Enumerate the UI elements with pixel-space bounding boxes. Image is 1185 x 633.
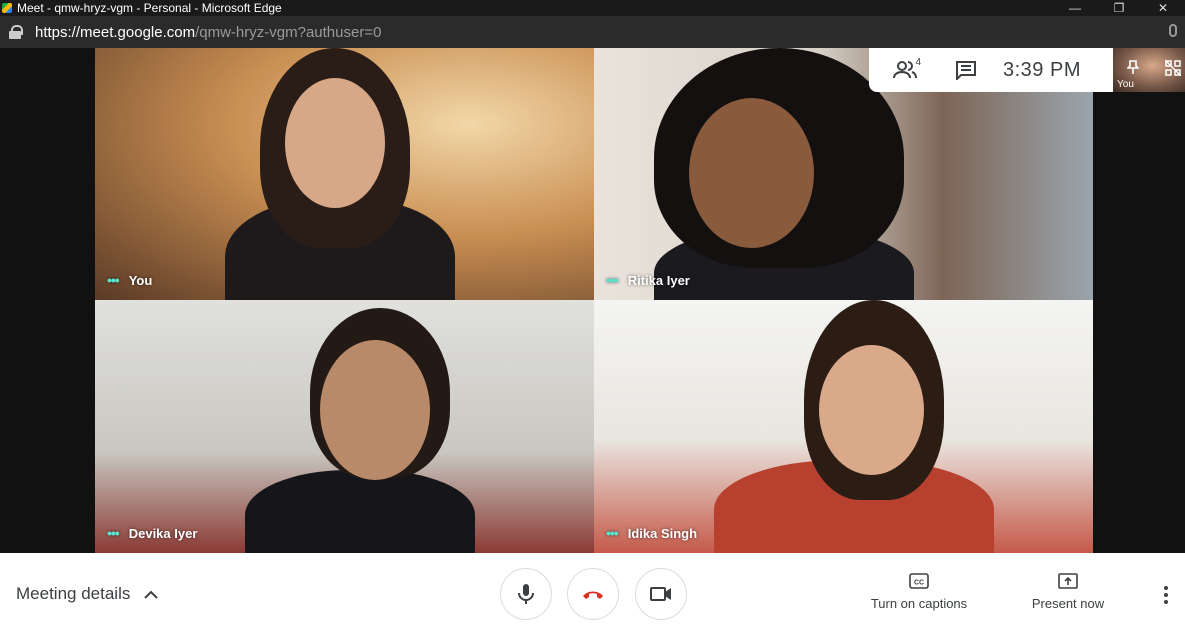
participant-figure xyxy=(245,470,475,553)
participant-name: Devika Iyer xyxy=(128,525,198,541)
audio-indicator-icon: ••• xyxy=(606,272,619,288)
participant-face xyxy=(320,340,430,480)
meeting-details-label: Meeting details xyxy=(16,584,131,603)
more-options-button[interactable] xyxy=(1156,583,1176,607)
meeting-details-button[interactable]: Meeting details xyxy=(16,584,159,604)
participant-face xyxy=(285,78,385,208)
pin-icon[interactable] xyxy=(1126,60,1140,79)
layout-off-icon[interactable] xyxy=(1164,59,1182,81)
audio-indicator-icon: ••• xyxy=(606,525,619,541)
participant-tile-devika-iyer[interactable]: ••• Devika Iyer xyxy=(95,300,594,553)
chat-button[interactable] xyxy=(951,55,981,85)
participant-label: ••• Idika Singh xyxy=(606,525,697,541)
participant-label: ••• You xyxy=(107,272,152,288)
self-view-thumbnail[interactable]: You xyxy=(1113,48,1185,92)
lock-icon[interactable] xyxy=(9,25,23,39)
meeting-clock: 3:39 PM xyxy=(1003,58,1081,81)
participant-label: ••• Devika Iyer xyxy=(107,525,197,541)
participant-face xyxy=(819,345,924,475)
mic-in-use-icon[interactable] xyxy=(1169,24,1177,37)
participant-name: You xyxy=(128,272,153,288)
close-button[interactable]: ✕ xyxy=(1141,0,1185,16)
people-button[interactable]: 4 xyxy=(891,55,921,85)
minimize-button[interactable]: — xyxy=(1053,0,1097,16)
captions-label: Turn on captions xyxy=(870,596,968,611)
present-now-button[interactable]: Present now xyxy=(1028,573,1108,611)
camera-button[interactable] xyxy=(635,568,687,620)
audio-indicator-icon: ••• xyxy=(107,272,120,288)
participant-face xyxy=(689,98,814,248)
window-controls: — ❐ ✕ xyxy=(1053,0,1185,16)
url-host: https://meet.google.com xyxy=(35,23,196,41)
chevron-up-icon xyxy=(144,590,159,599)
present-screen-icon xyxy=(1058,573,1078,589)
captions-button[interactable]: CC Turn on captions xyxy=(868,573,970,611)
participant-label: ••• Ritika Iyer xyxy=(606,272,690,288)
self-view-label: You xyxy=(1117,79,1134,90)
address-bar[interactable]: https://meet.google.com/qmw-hryz-vgm?aut… xyxy=(0,16,1185,48)
people-count: 4 xyxy=(915,57,921,68)
microphone-button[interactable] xyxy=(500,568,552,620)
participant-tile-you[interactable]: ••• You xyxy=(95,48,594,300)
svg-text:CC: CC xyxy=(914,580,924,587)
leave-call-button[interactable] xyxy=(567,568,619,620)
meeting-info-panel: 4 3:39 PM xyxy=(869,48,1113,92)
participant-name: Ritika Iyer xyxy=(627,272,690,288)
restore-button[interactable]: ❐ xyxy=(1097,0,1141,16)
camera-icon xyxy=(650,587,671,601)
microphone-icon xyxy=(518,584,534,604)
audio-indicator-icon: ••• xyxy=(107,525,120,541)
meet-app-icon xyxy=(2,3,12,13)
video-grid: ••• You ••• Ritika Iyer ••• Devika Iyer •••… xyxy=(0,48,1185,553)
chat-icon xyxy=(956,61,976,80)
participant-name: Idika Singh xyxy=(627,525,698,541)
present-label: Present now xyxy=(1031,596,1105,611)
participant-tile-idika-singh[interactable]: ••• Idika Singh xyxy=(594,300,1093,553)
window-titlebar: Meet - qmw-hryz-vgm - Personal - Microso… xyxy=(0,0,1185,16)
closed-captions-icon: CC xyxy=(909,573,929,589)
hang-up-icon xyxy=(583,591,603,599)
meeting-control-bar: Meeting details CC Turn on captions Pres… xyxy=(0,553,1185,633)
window-title: Meet - qmw-hryz-vgm - Personal - Microso… xyxy=(17,1,282,15)
more-vertical-icon xyxy=(1164,586,1168,604)
url-path: /qmw-hryz-vgm?authuser=0 xyxy=(195,23,382,41)
